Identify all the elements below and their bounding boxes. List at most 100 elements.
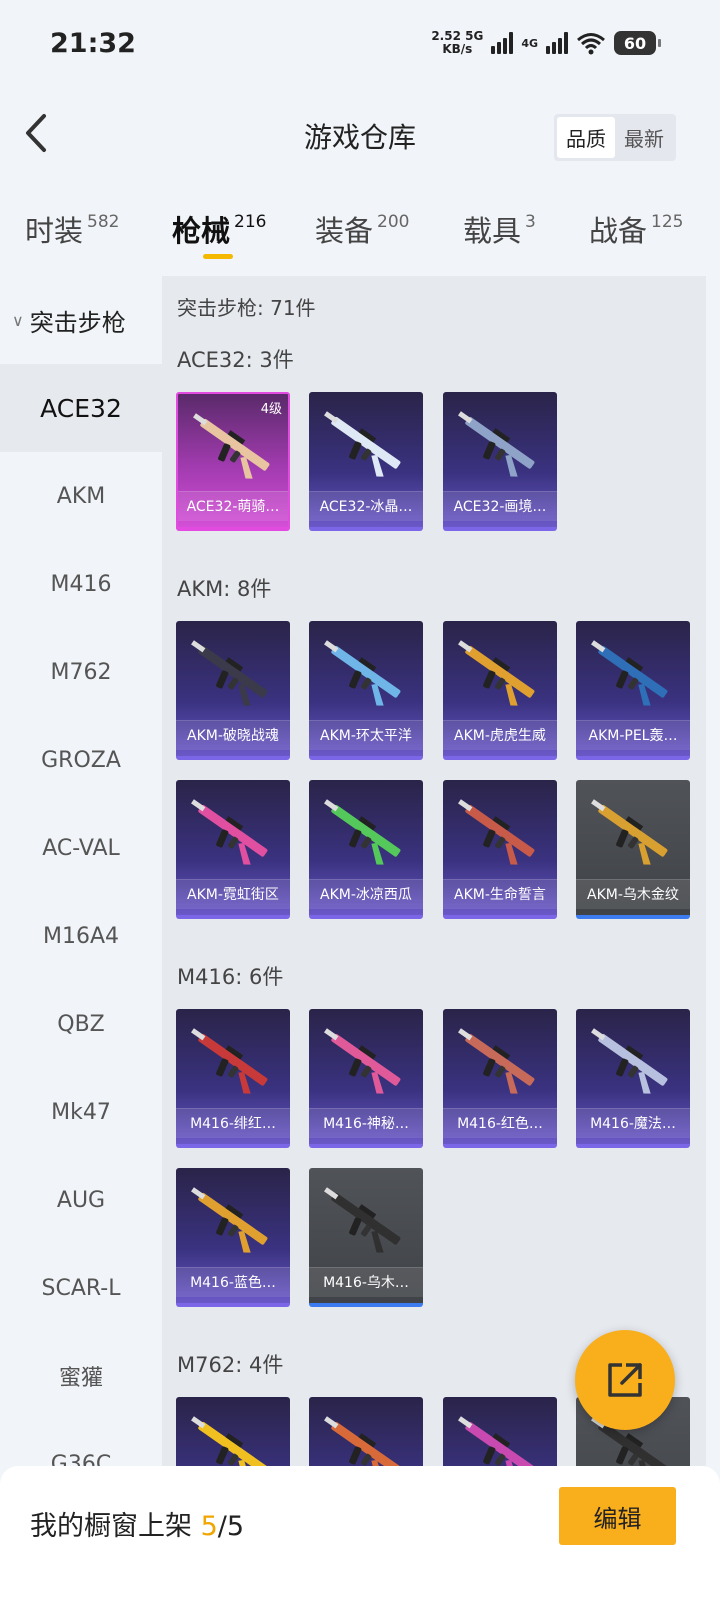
skin-name: M416-乌木… xyxy=(309,1267,423,1297)
sidebar-item-ac-val[interactable]: AC-VAL xyxy=(0,804,162,892)
skin-card[interactable]: AKM-PEL轰… xyxy=(576,621,690,760)
skin-card[interactable]: ACE32-画境… xyxy=(443,392,557,531)
sidebar-item-akm[interactable]: AKM xyxy=(0,452,162,540)
skin-name: AKM-冰凉西瓜 xyxy=(309,879,423,909)
skin-card[interactable]: M416-神秘… xyxy=(309,1009,423,1148)
sidebar-item--[interactable]: 蜜獾 xyxy=(0,1332,162,1420)
rifle-icon xyxy=(324,1187,401,1253)
share-icon xyxy=(608,1363,642,1397)
sidebar-item-m16a4[interactable]: M16A4 xyxy=(0,892,162,980)
rifle-icon xyxy=(591,799,668,865)
tab-equipment[interactable]: 装备 200 xyxy=(315,208,409,250)
skin-name: M416-魔法… xyxy=(576,1108,690,1138)
system-indicators: 2.52 5G KB/s 4G 60 xyxy=(431,29,661,56)
skin-name: ACE32-冰晶… xyxy=(309,491,423,521)
tab-fashion[interactable]: 时装 582 xyxy=(25,208,119,250)
skin-grid-panel: 突击步枪: 71件 ACE32: 3件 4级 ACE32-萌骑… ACE32-冰晶… A… xyxy=(162,276,706,1466)
skin-name: AKM-环太平洋 xyxy=(309,720,423,750)
share-fab[interactable] xyxy=(575,1330,675,1430)
skin-name: M416-绯红… xyxy=(176,1108,290,1138)
sidebar-item-groza[interactable]: GROZA xyxy=(0,716,162,804)
sort-quality-button[interactable]: 品质 xyxy=(557,117,615,158)
sidebar-item-g36c[interactable]: G36C xyxy=(0,1420,162,1467)
rifle-icon xyxy=(591,1028,668,1094)
rifle-icon xyxy=(324,1028,401,1094)
skin-card[interactable]: AKM-乌木金纹 xyxy=(576,780,690,919)
skin-name: ACE32-萌骑… xyxy=(178,491,288,521)
header: 游戏仓库 品质 最新 xyxy=(0,92,720,182)
category-tabs: 时装 582 枪械 216 装备 200 载具 3 战备 125 xyxy=(0,200,720,270)
status-bar: 21:32 2.52 5G KB/s 4G 60 xyxy=(0,0,720,92)
group-title: AKM: 8件 xyxy=(177,577,272,601)
sort-toggle: 品质 最新 xyxy=(554,114,676,161)
rifle-icon xyxy=(191,799,268,865)
skin-card[interactable]: M416-蓝色… xyxy=(176,1168,290,1307)
rifle-icon xyxy=(458,799,535,865)
sidebar-item-m416[interactable]: M416 xyxy=(0,540,162,628)
skin-card[interactable]: M416-红色… xyxy=(443,1009,557,1148)
rifle-icon xyxy=(458,411,535,477)
level-badge: 4级 xyxy=(260,402,282,417)
skin-card[interactable]: AKM-霓虹街区 xyxy=(176,780,290,919)
active-tab-indicator xyxy=(203,254,233,259)
skin-card[interactable]: ACE32-冰晶… xyxy=(309,392,423,531)
group-title: M416: 6件 xyxy=(177,965,284,989)
rifle-icon xyxy=(458,1416,535,1466)
skin-name: ACE32-画境… xyxy=(443,491,557,521)
sidebar-item-m762[interactable]: M762 xyxy=(0,628,162,716)
skin-card[interactable]: M416-乌木… xyxy=(309,1168,423,1307)
battery-icon: 60 xyxy=(614,31,661,55)
sort-newest-button[interactable]: 最新 xyxy=(615,117,673,158)
bottom-bar: 我的橱窗上架 5/5 编辑 xyxy=(0,1466,720,1600)
skin-name: M416-神秘… xyxy=(309,1108,423,1138)
edit-button[interactable]: 编辑 xyxy=(559,1487,676,1545)
rifle-icon xyxy=(193,413,270,479)
group-title: M762: 4件 xyxy=(177,1353,284,1377)
sidebar-item-scar-l[interactable]: SCAR-L xyxy=(0,1244,162,1332)
rifle-icon xyxy=(324,799,401,865)
wifi-icon xyxy=(577,33,605,55)
sidebar-category-header[interactable]: ∨ 突击步枪 xyxy=(0,276,162,364)
skin-card[interactable]: M416-魔法… xyxy=(576,1009,690,1148)
rifle-icon xyxy=(324,411,401,477)
sidebar-item-qbz[interactable]: QBZ xyxy=(0,980,162,1068)
signal-4g-icon xyxy=(546,32,568,54)
status-time: 21:32 xyxy=(50,28,136,59)
tab-guns[interactable]: 枪械 216 xyxy=(172,208,266,250)
rifle-icon xyxy=(191,1028,268,1094)
showcase-status: 我的橱窗上架 5/5 xyxy=(30,1511,245,1542)
skin-name: AKM-霓虹街区 xyxy=(176,879,290,909)
rifle-icon xyxy=(458,640,535,706)
skin-name: AKM-乌木金纹 xyxy=(576,879,690,909)
skin-card[interactable]: AKM-生命誓言 xyxy=(443,780,557,919)
category-count: 突击步枪: 71件 xyxy=(177,296,316,320)
rifle-icon xyxy=(591,640,668,706)
signal-5g-icon xyxy=(491,32,514,54)
skin-name: M416-蓝色… xyxy=(176,1267,290,1297)
net2-label: 4G xyxy=(521,36,538,50)
rifle-icon xyxy=(324,640,401,706)
rifle-icon xyxy=(191,1416,268,1466)
skin-card[interactable]: M762-瑞龙… xyxy=(309,1397,423,1466)
tab-supplies[interactable]: 战备 125 xyxy=(589,208,683,250)
sidebar-item-ace32[interactable]: ACE32 xyxy=(0,364,162,452)
rifle-icon xyxy=(458,1028,535,1094)
skin-card[interactable]: M416-绯红… xyxy=(176,1009,290,1148)
skin-card[interactable]: AKM-环太平洋 xyxy=(309,621,423,760)
tab-vehicles[interactable]: 载具 3 xyxy=(463,208,536,250)
skin-card[interactable]: AKM-破晓战魂 xyxy=(176,621,290,760)
skin-card[interactable]: M762-诡娃娃 xyxy=(443,1397,557,1466)
skin-name: AKM-破晓战魂 xyxy=(176,720,290,750)
skin-card[interactable]: M762-天降… xyxy=(176,1397,290,1466)
sidebar-item-aug[interactable]: AUG xyxy=(0,1156,162,1244)
skin-card[interactable]: AKM-冰凉西瓜 xyxy=(309,780,423,919)
network-speed: 2.52 5G KB/s xyxy=(431,29,484,56)
rifle-icon xyxy=(191,640,268,706)
skin-card[interactable]: 4级 ACE32-萌骑… xyxy=(176,392,290,531)
chevron-down-icon: ∨ xyxy=(12,310,24,330)
sidebar-item-mk47[interactable]: Mk47 xyxy=(0,1068,162,1156)
group-title: ACE32: 3件 xyxy=(177,348,294,372)
skin-name: M416-红色… xyxy=(443,1108,557,1138)
skin-card[interactable]: AKM-虎虎生威 xyxy=(443,621,557,760)
weapon-sidebar: ∨ 突击步枪 ACE32 AKM M416 M762 GROZA AC-VAL M16A4 Q… xyxy=(0,276,162,1466)
